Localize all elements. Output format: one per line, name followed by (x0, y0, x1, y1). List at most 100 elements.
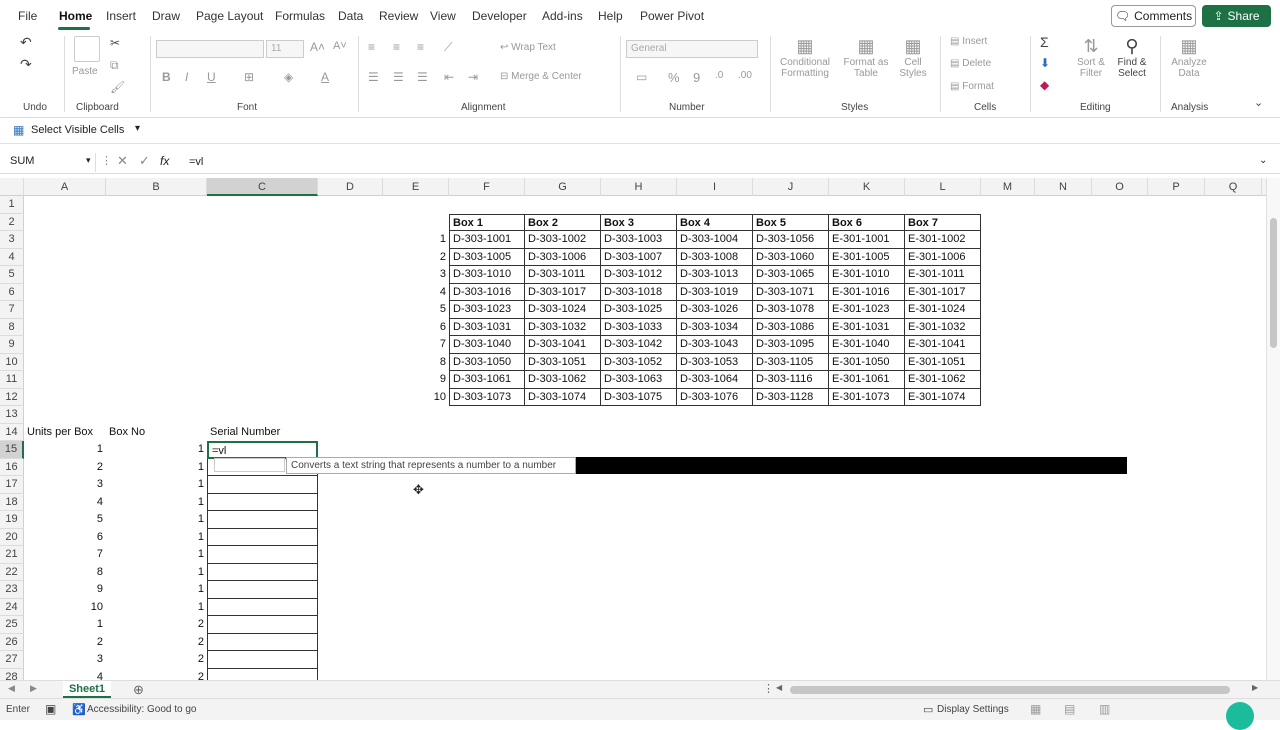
table-cell[interactable]: E-301-1024 (905, 301, 981, 319)
menu-tab-draw[interactable]: Draw (152, 9, 180, 23)
column-header-n[interactable]: N (1035, 178, 1092, 196)
table-cell[interactable]: D-303-1003 (601, 231, 677, 249)
align-left-icon[interactable]: ☰ (368, 70, 379, 84)
column-header-f[interactable]: F (449, 178, 525, 196)
autocomplete-list[interactable] (214, 458, 285, 472)
serial-number-cell[interactable] (207, 493, 318, 511)
autosum-icon[interactable]: Σ (1040, 34, 1049, 50)
table-header-cell[interactable]: Box 5 (753, 213, 829, 231)
table-cell[interactable]: E-301-1001 (829, 231, 905, 249)
table-cell[interactable]: E-301-1006 (905, 248, 981, 266)
table-cell[interactable]: D-303-1011 (525, 266, 601, 284)
units-header-cell[interactable]: Box No (106, 424, 207, 442)
table-cell[interactable]: E-301-1010 (829, 266, 905, 284)
units-cell[interactable]: 3 (24, 651, 106, 669)
box-no-cell[interactable]: 2 (106, 669, 207, 681)
menu-tab-power-pivot[interactable]: Power Pivot (640, 9, 704, 23)
redo-icon[interactable]: ↷ (20, 56, 32, 73)
table-cell[interactable]: D-303-1060 (753, 248, 829, 266)
paste-icon[interactable] (74, 36, 100, 62)
row-header-14[interactable]: 14 (0, 423, 24, 441)
serial-number-cell[interactable] (207, 668, 318, 680)
row-header-19[interactable]: 19 (0, 511, 24, 529)
box-no-cell[interactable]: 1 (106, 441, 207, 459)
units-cell[interactable]: 2 (24, 459, 106, 477)
merge-center-button[interactable]: ⊟ Merge & Center (500, 71, 582, 82)
number-format-dropdown[interactable]: General (626, 40, 758, 58)
table-cell[interactable]: E-301-1031 (829, 318, 905, 336)
units-cell[interactable]: 1 (24, 616, 106, 634)
menu-tab-review[interactable]: Review (379, 9, 418, 23)
table-cell[interactable]: D-303-1023 (449, 301, 525, 319)
cancel-icon[interactable]: ✕ (117, 153, 128, 169)
analyze-data-button[interactable]: ▦ Analyze Data (1168, 36, 1210, 79)
table-header-cell[interactable]: Box 4 (677, 213, 753, 231)
serial-number-cell[interactable] (207, 476, 318, 494)
table-cell[interactable]: E-301-1016 (829, 283, 905, 301)
font-name-dropdown[interactable] (156, 40, 264, 58)
assistant-icon[interactable] (1226, 702, 1254, 730)
find-select-button[interactable]: ⚲ Find & Select (1112, 36, 1152, 79)
table-cell[interactable]: D-303-1012 (601, 266, 677, 284)
column-header-p[interactable]: P (1148, 178, 1205, 196)
index-cell[interactable]: 5 (383, 301, 449, 319)
format-as-table-button[interactable]: ▦ Format as Table (840, 36, 892, 79)
serial-number-cell[interactable] (207, 633, 318, 651)
units-cell[interactable]: 5 (24, 511, 106, 529)
name-box-dropdown-icon[interactable]: ▾ (86, 155, 91, 166)
table-cell[interactable]: D-303-1032 (525, 318, 601, 336)
table-cell[interactable]: D-303-1043 (677, 336, 753, 354)
comments-button[interactable]: 🗨 Comments (1111, 5, 1196, 27)
column-header-l[interactable]: L (905, 178, 981, 196)
table-cell[interactable]: E-301-1002 (905, 231, 981, 249)
table-cell[interactable]: D-303-1073 (449, 388, 525, 406)
scroll-right-icon[interactable]: ▶ (1252, 683, 1258, 692)
table-cell[interactable]: D-303-1024 (525, 301, 601, 319)
select-visible-cells-button[interactable]: Select Visible Cells (31, 124, 124, 136)
add-sheet-icon[interactable]: ⊕ (133, 682, 144, 698)
row-header-13[interactable]: 13 (0, 406, 24, 424)
table-cell[interactable]: D-303-1062 (525, 371, 601, 389)
table-cell[interactable]: D-303-1005 (449, 248, 525, 266)
column-header-o[interactable]: O (1092, 178, 1148, 196)
row-header-2[interactable]: 2 (0, 213, 24, 231)
table-cell[interactable]: D-303-1002 (525, 231, 601, 249)
table-cell[interactable]: D-303-1019 (677, 283, 753, 301)
table-cell[interactable]: E-301-1005 (829, 248, 905, 266)
accessibility-status[interactable]: Accessibility: Good to go (87, 704, 197, 715)
table-cell[interactable]: D-303-1078 (753, 301, 829, 319)
currency-icon[interactable]: ▭ (636, 70, 647, 84)
menu-tab-help[interactable]: Help (598, 9, 623, 23)
menu-tab-insert[interactable]: Insert (106, 9, 136, 23)
table-cell[interactable]: D-303-1025 (601, 301, 677, 319)
box-no-cell[interactable]: 1 (106, 476, 207, 494)
box-no-cell[interactable]: 2 (106, 634, 207, 652)
table-cell[interactable]: E-301-1062 (905, 371, 981, 389)
box-no-cell[interactable]: 1 (106, 529, 207, 547)
bold-icon[interactable]: B (162, 70, 171, 84)
serial-number-cell[interactable] (207, 511, 318, 529)
clear-icon[interactable]: ◆ (1040, 78, 1049, 92)
fill-icon[interactable]: ⬇ (1040, 56, 1050, 70)
undo-icon[interactable]: ↶ (20, 34, 32, 51)
index-cell[interactable]: 8 (383, 354, 449, 372)
row-header-12[interactable]: 12 (0, 388, 24, 406)
comma-icon[interactable]: 9 (693, 70, 700, 85)
index-cell[interactable]: 2 (383, 249, 449, 267)
index-cell[interactable]: 4 (383, 284, 449, 302)
orientation-icon[interactable]: ⟋ (444, 40, 452, 55)
serial-number-cell[interactable] (207, 546, 318, 564)
units-cell[interactable]: 3 (24, 476, 106, 494)
horizontal-scroll-thumb[interactable] (790, 686, 1230, 694)
table-cell[interactable]: D-303-1013 (677, 266, 753, 284)
row-header-3[interactable]: 3 (0, 231, 24, 249)
insert-cells-button[interactable]: ▤ Insert (950, 36, 987, 47)
table-cell[interactable]: D-303-1105 (753, 353, 829, 371)
table-header-cell[interactable]: Box 1 (449, 213, 525, 231)
table-cell[interactable]: D-303-1017 (525, 283, 601, 301)
cell-styles-button[interactable]: ▦ Cell Styles (894, 36, 932, 79)
row-header-25[interactable]: 25 (0, 616, 24, 634)
row-header-20[interactable]: 20 (0, 528, 24, 546)
units-cell[interactable]: 2 (24, 634, 106, 652)
row-header-24[interactable]: 24 (0, 598, 24, 616)
